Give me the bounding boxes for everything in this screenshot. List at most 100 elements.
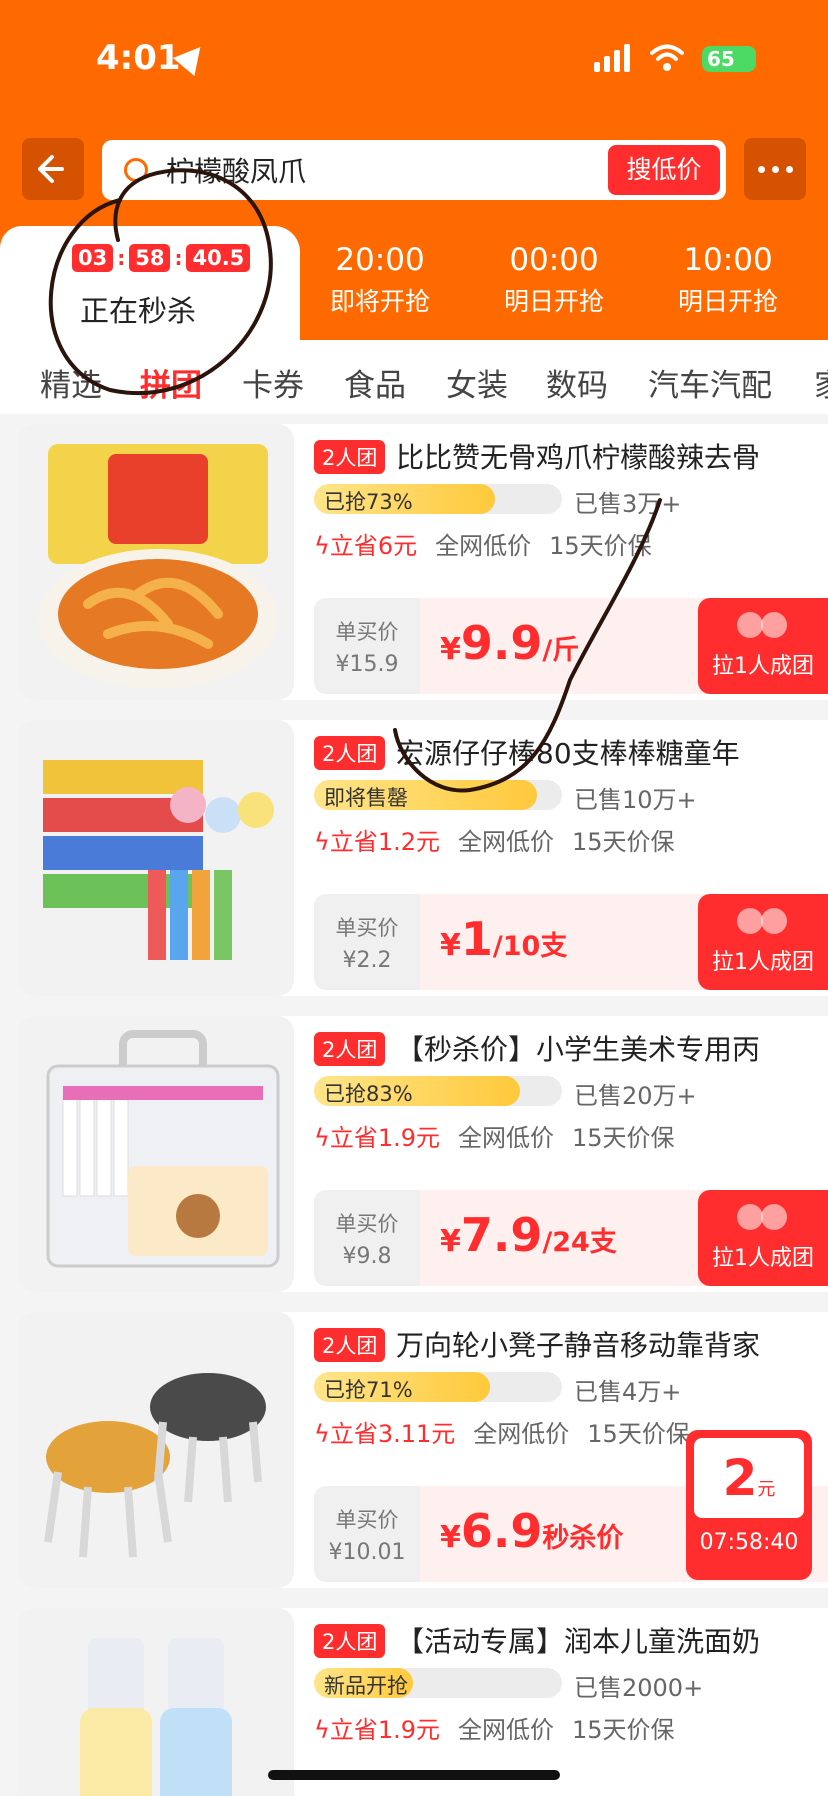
product-title[interactable]: 万向轮小凳子静音移动靠背家: [396, 1324, 816, 1364]
session-label: 即将开抢: [329, 287, 430, 316]
tab-nvzhuang[interactable]: 女装: [446, 360, 508, 405]
lightning-icon: ϟ: [314, 532, 330, 560]
price-box: 单买价 ¥2.2 ¥1/10支 拉1人成团: [314, 894, 828, 990]
product-image[interactable]: [18, 1608, 294, 1796]
savings-amount: 立省1.9元: [329, 1716, 441, 1744]
session-item[interactable]: 10:00 明日开抢: [648, 242, 808, 318]
lightning-icon: ϟ: [314, 1716, 330, 1744]
session-time: 00:00: [509, 242, 599, 278]
product-title[interactable]: 【活动专属】润本儿童洗面奶: [396, 1620, 816, 1660]
savings-row: ϟ立省1.9元 全网低价 15天价保: [314, 1710, 675, 1745]
sold-progress-bar: 已抢83%: [314, 1076, 562, 1106]
currency-symbol: ¥: [440, 928, 461, 963]
sold-progress-bar: 新品开抢: [314, 1668, 562, 1698]
currency-symbol: ¥: [440, 1224, 461, 1259]
search-icon: [124, 158, 148, 182]
price-value: 6.9: [460, 1504, 543, 1558]
back-arrow-icon: [38, 155, 64, 183]
more-icon: [758, 166, 765, 173]
coupon-amount: 2: [722, 1449, 758, 1507]
price-guarantee-tag: 15天价保: [587, 1420, 690, 1448]
savings-row: ϟ立省6元 全网低价 15天价保: [314, 526, 652, 561]
single-buy-label: 单买价: [335, 1508, 399, 1532]
product-title[interactable]: 【秒杀价】小学生美术专用丙: [396, 1028, 816, 1068]
single-buy-label: 单买价: [335, 916, 399, 940]
lowest-price-tag: 全网低价: [458, 828, 555, 856]
join-group-button[interactable]: 拉1人成团: [698, 598, 828, 694]
progress-label: 新品开抢: [324, 1674, 408, 1698]
price-guarantee-tag: 15天价保: [572, 1124, 675, 1152]
people-plus-icon: [733, 908, 793, 934]
join-group-button[interactable]: 拉1人成团: [698, 894, 828, 990]
search-button[interactable]: 搜低价: [608, 145, 720, 195]
price-box: 单买价 ¥9.8 ¥7.9/24支 拉1人成团: [314, 1190, 828, 1286]
session-current[interactable]: 03: 58: 40.5 正在秒杀: [0, 226, 300, 340]
status-time: 4:01: [96, 38, 181, 78]
group-price: ¥6.9秒杀价: [440, 1504, 623, 1558]
single-buy-value: ¥2.2: [342, 948, 392, 973]
price-unit: /10支: [492, 931, 568, 962]
tab-kaquan[interactable]: 卡券: [242, 360, 304, 405]
product-image[interactable]: [18, 424, 294, 700]
countdown-hours: 03: [72, 244, 114, 272]
chicken-feet-image: [38, 444, 278, 689]
product-card[interactable]: 2人团 【活动专属】润本儿童洗面奶 新品开抢 已售2000+ ϟ立省1.9元 全网…: [18, 1608, 828, 1796]
session-time: 10:00: [683, 242, 773, 278]
session-item[interactable]: 00:00 明日开抢: [474, 242, 634, 318]
single-buy-price: 单买价 ¥10.01: [314, 1486, 420, 1582]
wifi-icon: [650, 44, 684, 71]
battery-icon: 65: [702, 46, 756, 72]
people-plus-icon: [733, 1204, 793, 1230]
status-bar: 4:01 65: [0, 36, 828, 86]
sold-progress-bar: 已抢71%: [314, 1372, 562, 1402]
tab-jia[interactable]: 家: [814, 360, 828, 405]
tab-shipin[interactable]: 食品: [344, 360, 406, 405]
floating-coupon[interactable]: 2元 07:58:40: [686, 1430, 812, 1580]
price-unit: 秒杀价: [542, 1523, 624, 1554]
savings-amount: 立省1.2元: [329, 828, 441, 856]
tab-pintuan[interactable]: 拼团: [140, 360, 202, 405]
session-item[interactable]: 20:00 即将开抢: [300, 242, 460, 318]
search-bar[interactable]: 柠檬酸凤爪 搜低价: [102, 140, 726, 200]
product-card[interactable]: 2人团 【秒杀价】小学生美术专用丙 已抢83% 已售20万+ ϟ立省1.9元 全网…: [18, 1016, 828, 1292]
category-tabs: 精选 拼团 卡券 食品 女装 数码 汽车汽配 家: [0, 340, 828, 414]
group-price: ¥7.9/24支: [440, 1208, 617, 1262]
product-title[interactable]: 宏源仔仔棒80支棒棒糖童年: [396, 732, 816, 772]
savings-amount: 立省3.11元: [329, 1420, 456, 1448]
lightning-icon: ϟ: [314, 828, 330, 856]
countdown-seconds: 40.5: [186, 244, 251, 272]
group-price: ¥9.9/斤: [440, 616, 579, 670]
price-value: 9.9: [460, 616, 543, 670]
session-current-label: 正在秒杀: [80, 294, 197, 328]
tab-shuma[interactable]: 数码: [546, 360, 608, 405]
coupon-amount-box: 2元: [694, 1438, 804, 1518]
single-buy-price: 单买价 ¥2.2: [314, 894, 420, 990]
product-card[interactable]: 2人团 比比赞无骨鸡爪柠檬酸辣去骨 已抢73% 已售3万+ ϟ立省6元 全网低价 1…: [18, 424, 828, 700]
progress-label: 即将售罄: [324, 786, 408, 810]
tab-jingxuan[interactable]: 精选: [40, 360, 102, 405]
product-image[interactable]: [18, 720, 294, 996]
back-button[interactable]: [22, 138, 84, 200]
sold-count: 已售2000+: [574, 1674, 704, 1702]
session-label: 明日开抢: [503, 287, 604, 316]
savings-row: ϟ立省1.9元 全网低价 15天价保: [314, 1118, 675, 1153]
join-group-button[interactable]: 拉1人成团: [698, 1190, 828, 1286]
tab-qiche[interactable]: 汽车汽配: [648, 360, 772, 405]
group-badge: 2人团: [314, 1328, 386, 1362]
product-card[interactable]: 2人团 宏源仔仔棒80支棒棒糖童年 即将售罄 已售10万+ ϟ立省1.2元 全网低…: [18, 720, 828, 996]
lowest-price-tag: 全网低价: [473, 1420, 570, 1448]
lightning-icon: ϟ: [314, 1420, 330, 1448]
more-button[interactable]: [744, 138, 806, 200]
lollipop-image: [43, 760, 274, 960]
search-input[interactable]: 柠檬酸凤爪: [166, 150, 306, 190]
group-price: ¥1/10支: [440, 912, 567, 966]
price-unit: /24支: [542, 1227, 617, 1258]
product-image[interactable]: [18, 1016, 294, 1292]
session-time: 20:00: [335, 242, 425, 278]
flash-sale-sessions: 03: 58: 40.5 正在秒杀 20:00 即将开抢 00:00 明日开抢 …: [0, 226, 828, 340]
price-guarantee-tag: 15天价保: [572, 828, 675, 856]
product-title[interactable]: 比比赞无骨鸡爪柠檬酸辣去骨: [396, 436, 816, 476]
lowest-price-tag: 全网低价: [458, 1124, 555, 1152]
price-unit: /斤: [542, 635, 580, 666]
product-image[interactable]: [18, 1312, 294, 1588]
